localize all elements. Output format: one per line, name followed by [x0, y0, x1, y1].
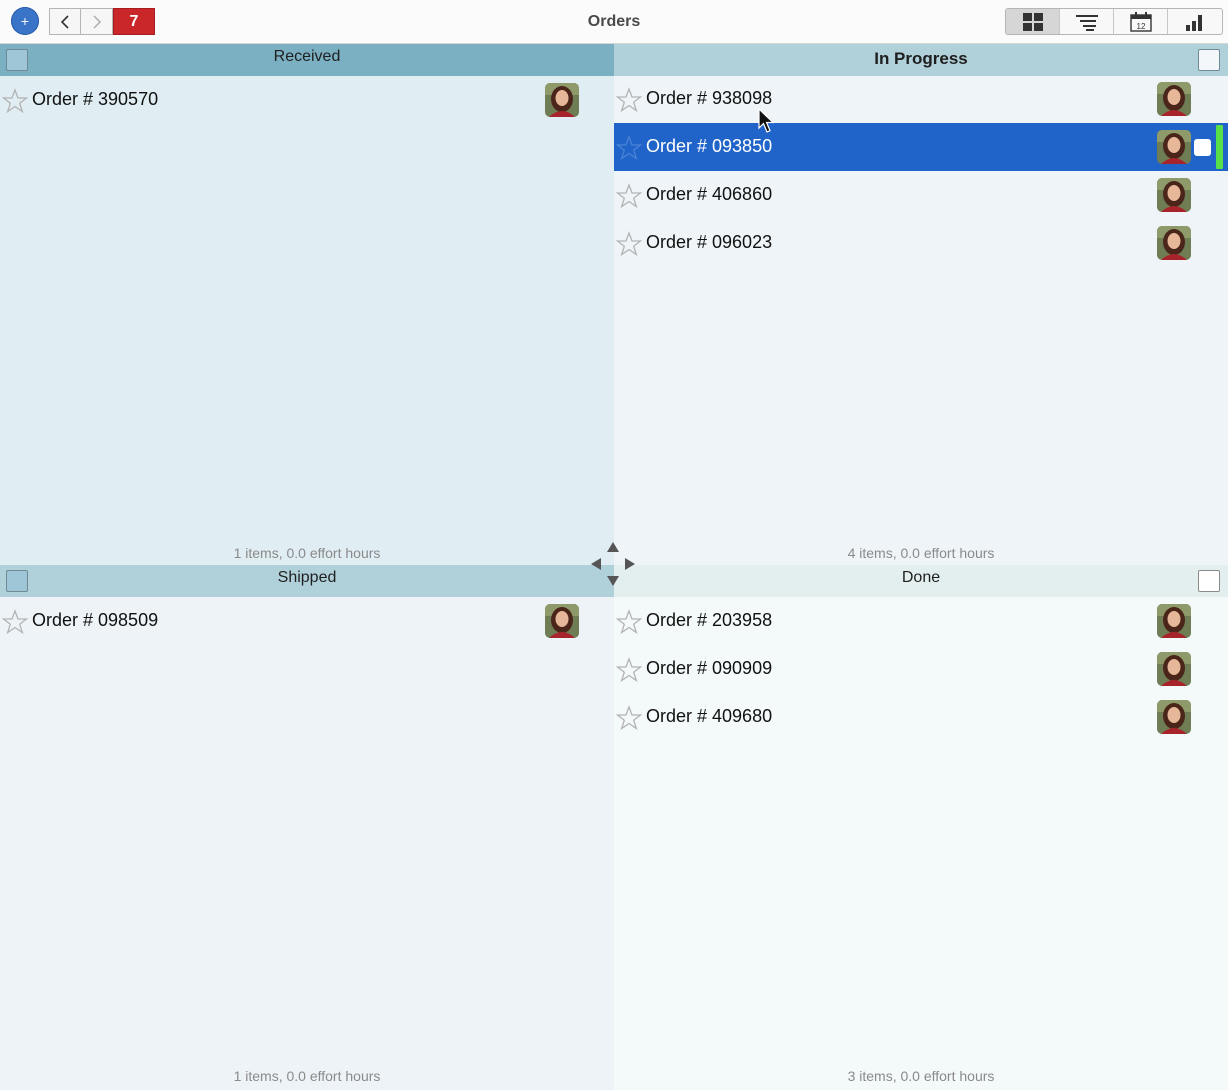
forward-icon [93, 15, 101, 28]
select-all-done-checkbox[interactable] [1198, 570, 1220, 592]
quadrant-in-progress: In Progress Order # 938098 Order # 09385… [614, 44, 1228, 565]
select-all-in-progress-checkbox[interactable] [1198, 49, 1220, 71]
quadrant-footer: 4 items, 0.0 effort hours [847, 545, 995, 561]
avatar [1157, 652, 1191, 686]
quadrant-received: Received Order # 390570 1 items, 0.0 eff… [0, 44, 614, 565]
order-label: Order # 096023 [646, 232, 773, 252]
avatar [1157, 604, 1191, 638]
view-switcher: 12 [1005, 8, 1223, 35]
status-bar [1216, 125, 1223, 169]
calendar-view-icon: 12 [1129, 11, 1152, 32]
star-icon[interactable] [616, 657, 642, 683]
quadrant-done: Done Order # 203958 Order # 090909 Order… [614, 565, 1228, 1090]
quadrant-header-shipped: Shipped [0, 565, 614, 597]
star-icon[interactable] [2, 88, 28, 114]
quadrant-header-in-progress: In Progress [614, 44, 1228, 76]
outline-view-icon [1075, 14, 1098, 31]
quadrant-header-done: Done [614, 565, 1228, 597]
navigation-group: 7 [49, 8, 155, 35]
quadrant-footer: 1 items, 0.0 effort hours [233, 1068, 381, 1084]
star-icon[interactable] [616, 183, 642, 209]
item-checkbox[interactable] [1194, 139, 1211, 156]
list-item-selected[interactable]: Order # 093850 [614, 123, 1228, 171]
back-button[interactable] [49, 8, 81, 35]
avatar [1157, 700, 1191, 734]
mouse-cursor-icon [758, 108, 775, 133]
avatar [1157, 226, 1191, 260]
star-icon[interactable] [2, 609, 28, 635]
star-icon[interactable] [616, 87, 642, 113]
order-label: Order # 098509 [32, 610, 159, 630]
list-item[interactable]: Order # 098509 [0, 597, 614, 645]
order-label: Order # 093850 [646, 136, 773, 156]
move-arrows-icon[interactable] [590, 541, 636, 587]
star-icon[interactable] [616, 609, 642, 635]
quadrant-title: In Progress [874, 49, 968, 68]
star-icon[interactable] [616, 705, 642, 731]
order-label: Order # 390570 [32, 89, 159, 109]
calendar-view-button[interactable]: 12 [1114, 9, 1168, 34]
quadrant-header-received: Received [0, 44, 614, 76]
add-button[interactable]: + [11, 7, 39, 35]
list-item[interactable]: Order # 096023 [614, 219, 1228, 267]
avatar [1157, 178, 1191, 212]
quadrant-footer: 3 items, 0.0 effort hours [847, 1068, 995, 1084]
notification-badge[interactable]: 7 [113, 8, 155, 35]
list-item[interactable]: Order # 406860 [614, 171, 1228, 219]
avatar [545, 83, 579, 117]
order-label: Order # 090909 [646, 658, 773, 678]
quadrant-title: Shipped [277, 569, 337, 586]
toolbar: + 7 Orders 12 [0, 0, 1228, 44]
list-item[interactable]: Order # 090909 [614, 645, 1228, 693]
outline-view-button[interactable] [1060, 9, 1114, 34]
grid-view-icon [1022, 12, 1043, 31]
back-icon [60, 14, 69, 29]
star-icon[interactable] [616, 135, 642, 161]
chart-view-icon [1186, 14, 1202, 31]
quadrant-footer: 1 items, 0.0 effort hours [233, 545, 381, 561]
chart-view-button[interactable] [1168, 9, 1222, 34]
order-label: Order # 409680 [646, 706, 773, 726]
svg-text:12: 12 [1136, 22, 1145, 31]
list-item[interactable]: Order # 203958 [614, 597, 1228, 645]
list-item[interactable]: Order # 390570 [0, 76, 614, 124]
list-item[interactable]: Order # 409680 [614, 693, 1228, 741]
avatar [545, 604, 579, 638]
avatar [1157, 82, 1191, 116]
star-icon[interactable] [616, 231, 642, 257]
order-label: Order # 203958 [646, 610, 773, 630]
quadrant-shipped: Shipped Order # 098509 1 items, 0.0 effo… [0, 565, 614, 1090]
quadrant-title: Received [273, 48, 341, 65]
grid-view-button[interactable] [1006, 9, 1060, 34]
order-label: Order # 938098 [646, 88, 773, 108]
avatar [1157, 130, 1191, 164]
forward-button[interactable] [81, 8, 113, 35]
list-item[interactable]: Order # 938098 [614, 75, 1228, 123]
order-label: Order # 406860 [646, 184, 773, 204]
quadrant-title: Done [901, 569, 941, 586]
